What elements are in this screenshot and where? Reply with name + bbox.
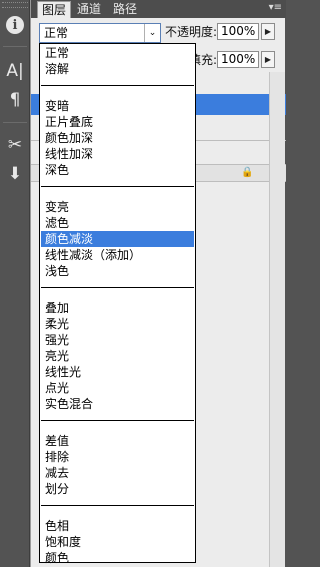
tab-layers[interactable]: 图层 xyxy=(37,1,72,18)
blend-mode-option[interactable]: 减去 xyxy=(41,465,194,481)
blend-mode-option[interactable]: 颜色加深 xyxy=(41,130,194,146)
layers-scrollbar[interactable] xyxy=(269,72,285,567)
blend-mode-option[interactable]: 溶解 xyxy=(41,61,194,77)
tool-presets-icon[interactable]: ✂ xyxy=(4,134,26,156)
blend-mode-option[interactable]: 浅色 xyxy=(41,263,194,279)
chevron-down-icon[interactable]: ⌄ xyxy=(144,24,160,42)
fill-input[interactable]: 100% xyxy=(217,51,259,68)
blend-mode-option[interactable]: 颜色 xyxy=(41,550,194,566)
opacity-slider-button[interactable]: ▶ xyxy=(261,23,275,40)
clone-source-icon[interactable]: ⬇ xyxy=(4,163,26,185)
blend-mode-option[interactable]: 饱和度 xyxy=(41,534,194,550)
opacity-label: 不透明度: xyxy=(165,25,218,39)
blend-mode-dropdown[interactable]: 正常 溶解变暗 正片叠底 颜色加深 线性加深 深色变亮 滤色 颜色减淡 线性减淡（添加） 浅色叠加… xyxy=(39,43,196,566)
blend-mode-option[interactable]: 叠加 xyxy=(41,300,194,316)
paragraph-icon[interactable]: ¶ xyxy=(4,89,26,111)
blend-mode-option[interactable]: 柔光 xyxy=(41,316,194,332)
blend-mode-option[interactable]: 排除 xyxy=(41,449,194,465)
info-icon[interactable]: i xyxy=(4,14,26,36)
blend-mode-option[interactable]: 正片叠底 xyxy=(41,114,194,130)
tool-strip: i A| ¶ ✂ ⬇ xyxy=(0,0,30,567)
blend-mode-option[interactable]: 实色混合 xyxy=(41,396,194,412)
blend-mode-option[interactable]: 划分 xyxy=(41,481,194,497)
menu-separator xyxy=(41,186,194,187)
blend-mode-option[interactable]: 正常 xyxy=(41,45,194,61)
panel-tab-bar: 图层 通道 路径 ▾≡ xyxy=(31,0,286,18)
blend-mode-option[interactable]: 变暗 xyxy=(41,98,194,114)
blend-mode-select[interactable]: 正常 ⌄ xyxy=(39,23,161,43)
menu-separator xyxy=(41,85,194,86)
blend-mode-option[interactable]: 点光 xyxy=(41,380,194,396)
fill-slider-button[interactable]: ▶ xyxy=(261,51,275,68)
layers-panel: 图层 通道 路径 ▾≡ 🔒 不透明度: 100% ▶ 填充: 100% ▶ 正常… xyxy=(30,0,286,567)
blend-mode-option[interactable]: 滤色 xyxy=(41,215,194,231)
character-icon[interactable]: A| xyxy=(4,60,26,82)
menu-separator xyxy=(41,505,194,506)
blend-mode-option[interactable]: 颜色减淡 xyxy=(41,231,194,247)
blend-mode-option[interactable]: 亮光 xyxy=(41,348,194,364)
blend-mode-option[interactable]: 变亮 xyxy=(41,199,194,215)
tool-divider xyxy=(3,122,27,123)
strip-grip[interactable] xyxy=(2,2,28,8)
blend-mode-option[interactable]: 强光 xyxy=(41,332,194,348)
blend-mode-option[interactable]: 线性光 xyxy=(41,364,194,380)
blend-mode-value: 正常 xyxy=(44,26,69,40)
tab-channels[interactable]: 通道 xyxy=(73,1,105,18)
tool-divider xyxy=(3,46,27,47)
blend-mode-option[interactable]: 色相 xyxy=(41,518,194,534)
blend-mode-option[interactable]: 线性减淡（添加） xyxy=(41,247,194,263)
blend-mode-option[interactable]: 深色 xyxy=(41,162,194,178)
blend-mode-option[interactable]: 线性加深 xyxy=(41,146,194,162)
blend-mode-option[interactable]: 差值 xyxy=(41,433,194,449)
panel-menu-icon[interactable]: ▾≡ xyxy=(269,2,282,13)
lock-icon: 🔒 xyxy=(241,167,254,178)
menu-separator xyxy=(41,287,194,288)
menu-separator xyxy=(41,420,194,421)
opacity-input[interactable]: 100% xyxy=(217,23,259,40)
tab-paths[interactable]: 路径 xyxy=(109,1,141,18)
